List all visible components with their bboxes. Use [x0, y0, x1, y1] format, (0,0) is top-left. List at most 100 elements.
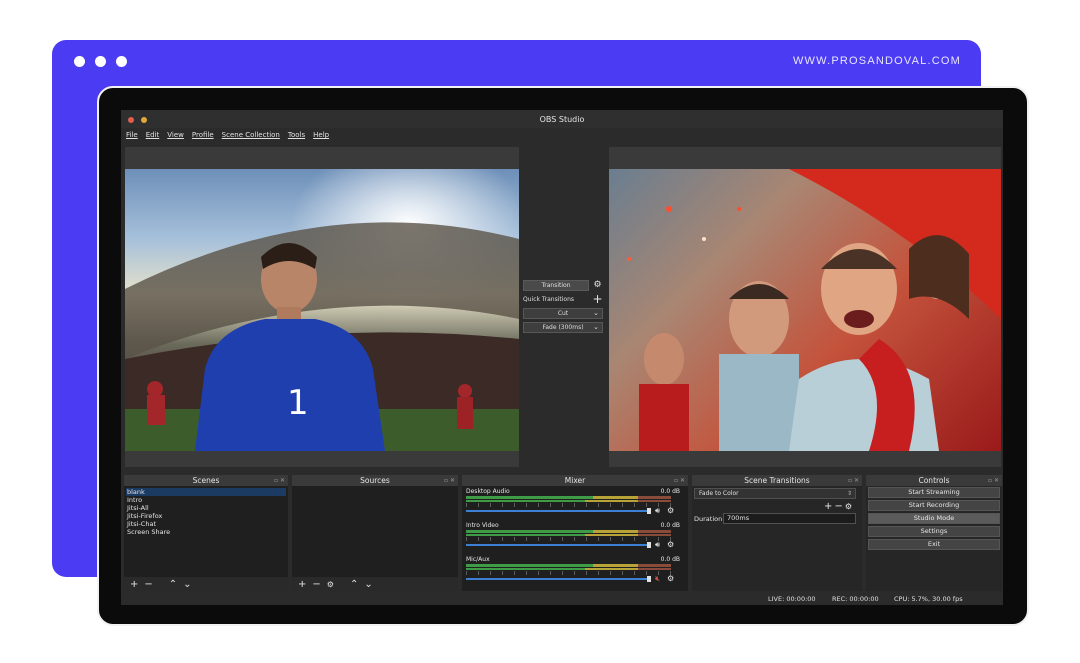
- mixer-channel: Intro Video 0.0 dB 🔊︎ ⚙: [464, 521, 684, 555]
- sources-header: Sources ▫ ✕: [292, 475, 458, 486]
- mixer-channel: Mic/Aux 0.0 dB 🔇︎ ⚙: [464, 555, 684, 589]
- controls-dock: Controls ▫ ✕ Start Streaming Start Recor…: [866, 475, 1002, 591]
- duration-label: Duration: [694, 515, 723, 523]
- menu-view[interactable]: View: [167, 131, 184, 139]
- slider-handle[interactable]: [647, 542, 651, 548]
- list-item[interactable]: Jitsi-Firefox: [126, 512, 286, 520]
- close-dock-icon[interactable]: ▫ ✕: [988, 475, 999, 486]
- volume-meter: [466, 568, 671, 570]
- live-status: LIVE: 00:00:00: [768, 595, 816, 603]
- sources-list-area[interactable]: + − ⚙ ⌃ ⌄: [292, 486, 458, 591]
- svg-text:1: 1: [287, 383, 309, 423]
- channel-name: Intro Video: [466, 522, 499, 529]
- quick-transitions-label: Quick Transitions: [523, 296, 575, 303]
- muted-speaker-icon[interactable]: 🔇︎: [655, 574, 660, 584]
- volume-meter: [466, 534, 671, 536]
- gear-icon[interactable]: ⚙: [845, 502, 854, 511]
- title-bar: OBS Studio: [121, 110, 1003, 128]
- gear-icon[interactable]: ⚙: [667, 574, 674, 583]
- soccer-player-illustration: 1: [125, 169, 519, 451]
- volume-meter: [466, 530, 671, 533]
- controls-title: Controls: [918, 476, 950, 485]
- slider-handle[interactable]: [647, 508, 651, 514]
- speaker-icon[interactable]: 🔊︎: [655, 506, 660, 516]
- meter-ticks: [466, 537, 671, 541]
- menu-edit[interactable]: Edit: [146, 131, 160, 139]
- menu-scene-collection[interactable]: Scene Collection: [222, 131, 280, 139]
- transition-button[interactable]: Transition: [523, 280, 589, 291]
- add-icon[interactable]: +: [824, 501, 834, 512]
- start-streaming-button[interactable]: Start Streaming: [868, 487, 1000, 498]
- add-icon[interactable]: +: [130, 579, 138, 590]
- dot-icon: [74, 56, 85, 67]
- program-panel[interactable]: [609, 147, 1001, 467]
- duration-field[interactable]: 700ms: [723, 513, 856, 524]
- chevron-down-icon[interactable]: ⌄: [364, 579, 372, 590]
- menu-help[interactable]: Help: [313, 131, 329, 139]
- chevron-down-icon[interactable]: ⌄: [183, 579, 191, 590]
- list-item[interactable]: Intro: [126, 496, 286, 504]
- dot-icon: [95, 56, 106, 67]
- gear-icon[interactable]: ⚙: [667, 540, 674, 549]
- window-title: OBS Studio: [539, 115, 585, 124]
- remove-icon[interactable]: −: [834, 501, 844, 512]
- gear-icon[interactable]: ⚙: [592, 280, 603, 291]
- menu-tools[interactable]: Tools: [288, 131, 305, 139]
- sources-dock: Sources ▫ ✕ + − ⚙ ⌃ ⌄: [292, 475, 458, 591]
- transition-select[interactable]: Fade to Color ⇕: [694, 488, 856, 499]
- list-item[interactable]: Screen Share: [126, 528, 286, 536]
- menu-profile[interactable]: Profile: [192, 131, 214, 139]
- controls-header: Controls ▫ ✕: [866, 475, 1002, 486]
- dot-icon: [116, 56, 127, 67]
- channel-name: Mic/Aux: [466, 556, 490, 563]
- list-item[interactable]: Jitsi-All: [126, 504, 286, 512]
- sources-toolbar: + − ⚙ ⌃ ⌄: [292, 577, 458, 591]
- chevron-up-icon[interactable]: ⌃: [350, 579, 358, 590]
- cpu-status: CPU: 5.7%, 30.00 fps: [894, 595, 963, 603]
- chevron-up-icon[interactable]: ⌃: [169, 579, 177, 590]
- rec-status: REC: 00:00:00: [832, 595, 879, 603]
- scene-transitions-title: Scene Transitions: [744, 476, 810, 485]
- program-image: [609, 169, 1001, 451]
- add-icon[interactable]: +: [298, 579, 306, 590]
- volume-slider[interactable]: [466, 544, 648, 546]
- remove-icon[interactable]: −: [312, 579, 320, 590]
- transition-tools: +−⚙: [824, 501, 854, 512]
- cut-label: Cut: [557, 310, 569, 317]
- list-item[interactable]: blank: [126, 488, 286, 496]
- plus-icon[interactable]: +: [592, 293, 603, 305]
- gear-icon[interactable]: ⚙: [327, 580, 334, 589]
- fade-select[interactable]: Fade (300ms) ⌄: [523, 322, 603, 333]
- obs-window: OBS Studio File Edit View Profile Scene …: [121, 110, 1003, 605]
- close-dock-icon[interactable]: ▫ ✕: [674, 475, 685, 486]
- scenes-header: Scenes ▫ ✕: [124, 475, 288, 486]
- studio-mode-button[interactable]: Studio Mode: [868, 513, 1000, 524]
- list-item[interactable]: Jitsi-Chat: [126, 520, 286, 528]
- close-dock-icon[interactable]: ▫ ✕: [274, 475, 285, 486]
- mixer-channel: Desktop Audio 0.0 dB 🔊︎ ⚙: [464, 487, 684, 521]
- remove-icon[interactable]: −: [144, 579, 152, 590]
- gear-icon[interactable]: ⚙: [667, 506, 674, 515]
- cut-select[interactable]: Cut ⌄: [523, 308, 603, 319]
- mixer-header: Mixer ▫ ✕: [462, 475, 688, 486]
- close-dock-icon[interactable]: ▫ ✕: [444, 475, 455, 486]
- close-dock-icon[interactable]: ▫ ✕: [848, 475, 859, 486]
- transition-column: Transition ⚙ Quick Transitions + Cut ⌄ F…: [523, 280, 603, 336]
- status-bar: LIVE: 00:00:00 REC: 00:00:00 CPU: 5.7%, …: [121, 593, 1003, 605]
- speaker-icon[interactable]: 🔊︎: [655, 540, 660, 550]
- window-dots: [74, 56, 127, 67]
- exit-button[interactable]: Exit: [868, 539, 1000, 550]
- preview-panel[interactable]: 1: [125, 147, 519, 467]
- settings-button[interactable]: Settings: [868, 526, 1000, 537]
- volume-meter: [466, 496, 671, 499]
- fans-cheering-illustration: [627, 169, 1001, 451]
- volume-meter: [466, 564, 671, 567]
- quick-transitions-row: Quick Transitions +: [523, 293, 603, 308]
- volume-slider[interactable]: [466, 510, 648, 512]
- menu-file[interactable]: File: [126, 131, 138, 139]
- start-recording-button[interactable]: Start Recording: [868, 500, 1000, 511]
- slider-handle[interactable]: [647, 576, 651, 582]
- fade-label: Fade (300ms): [542, 324, 584, 331]
- volume-slider[interactable]: [466, 578, 648, 580]
- transition-selected: Fade to Color: [699, 490, 739, 497]
